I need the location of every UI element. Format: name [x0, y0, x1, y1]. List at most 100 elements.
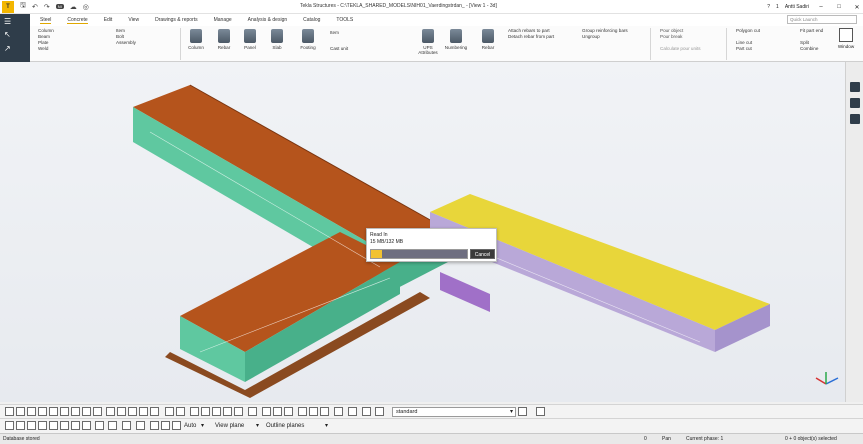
select-switch-icon[interactable] [536, 407, 545, 416]
part-cut-command[interactable]: Part cut [736, 46, 760, 52]
notification-count[interactable]: 1 [776, 4, 779, 10]
select-all-icon[interactable] [5, 407, 14, 416]
slab-button[interactable]: Slab [265, 29, 289, 50]
quick-launch-search[interactable]: Quick Launch [787, 15, 857, 24]
select-cut-icon[interactable] [38, 407, 47, 416]
auto-dropdown[interactable]: Auto [184, 420, 196, 432]
snap-line-icon[interactable] [309, 407, 318, 416]
ungroup-command[interactable]: Ungroup [582, 34, 628, 40]
snap-depth-icon[interactable] [172, 421, 181, 430]
panel-button[interactable]: Panel [238, 29, 262, 50]
filter-dropdown-icon[interactable]: ▾ [510, 406, 513, 418]
view-plane-dropdown-arrow-icon[interactable]: ▾ [256, 420, 259, 432]
undo-icon[interactable]: ↶ [32, 3, 38, 11]
line-icon[interactable] [71, 421, 80, 430]
close-icon[interactable]: ✕ [851, 4, 863, 11]
snap-zoom-icon[interactable] [375, 407, 384, 416]
work-plane-icon[interactable] [150, 421, 159, 430]
snap-perpendicular-icon[interactable] [298, 407, 307, 416]
extension-icon[interactable] [122, 421, 131, 430]
tab-view[interactable]: View [128, 17, 139, 23]
calculate-pour-units-command[interactable]: Calculate pour units [660, 46, 701, 52]
cloud-icon[interactable]: ☁ [70, 3, 77, 11]
tag-icon[interactable] [850, 114, 860, 124]
detach-rebar-command[interactable]: Detach rebar from part [508, 34, 554, 40]
snap-override-icon[interactable] [136, 421, 145, 430]
polygon-icon[interactable] [27, 421, 36, 430]
arc-icon[interactable] [49, 421, 58, 430]
triangle-icon[interactable] [60, 421, 69, 430]
tab-drawings-reports[interactable]: Drawings & reports [155, 17, 198, 23]
tab-analysis-design[interactable]: Analysis & design [248, 17, 287, 23]
angle-icon[interactable] [108, 421, 117, 430]
fit-part-end-command[interactable]: Fit part end [800, 28, 823, 34]
snap-plane-icon[interactable] [161, 421, 170, 430]
select-pour-icon[interactable] [190, 407, 199, 416]
select-parts-icon[interactable] [16, 407, 25, 416]
tab-steel[interactable]: Steel [40, 17, 52, 24]
point-icon[interactable] [5, 421, 14, 430]
cancel-button[interactable]: Cancel [470, 249, 495, 259]
save-icon[interactable]: 🖫 [20, 1, 26, 12]
outline-dropdown-arrow-icon[interactable]: ▾ [325, 420, 328, 432]
rect-icon[interactable] [16, 421, 25, 430]
weld-command[interactable]: Weld [38, 46, 54, 52]
snap-grid-icon[interactable] [348, 407, 357, 416]
filter-settings-icon[interactable] [518, 407, 527, 416]
window-button[interactable]: Window [833, 28, 859, 49]
minimize-icon[interactable]: – [815, 4, 827, 10]
app-logo[interactable]: T [2, 0, 14, 13]
tab-manage[interactable]: Manage [214, 17, 232, 23]
pour-break-command[interactable]: Pour break [660, 34, 701, 40]
select-arrow-icon[interactable]: ↖ [4, 30, 11, 39]
circle-icon[interactable] [38, 421, 47, 430]
select-chamfer-icon[interactable] [234, 407, 243, 416]
outline-planes-dropdown[interactable]: Outline planes [266, 420, 304, 432]
select-assembly-icon[interactable] [139, 407, 148, 416]
polyline-icon[interactable] [82, 421, 91, 430]
select-weld-icon[interactable] [49, 407, 58, 416]
menu-icon[interactable]: ☰ [4, 17, 11, 26]
snap-icon[interactable]: ↗ [4, 44, 11, 53]
select-component-icon[interactable] [128, 407, 137, 416]
help-icon[interactable]: ? [767, 4, 770, 10]
ups-attributes-button[interactable]: UPS Attributes [416, 29, 440, 55]
select-bolt-icon[interactable] [93, 407, 102, 416]
layers-icon[interactable] [850, 98, 860, 108]
snap-mid-icon[interactable] [273, 407, 282, 416]
check-icon[interactable] [95, 421, 104, 430]
select-reference-icon[interactable] [117, 407, 126, 416]
numbering-button[interactable]: Numbering [444, 29, 468, 50]
auto-dropdown-arrow-icon[interactable]: ▾ [201, 420, 204, 432]
select-filter-icon[interactable] [248, 407, 257, 416]
polygon-cut-command[interactable]: Polygon cut [736, 28, 760, 34]
tab-catalog[interactable]: Catalog [303, 17, 320, 23]
quick-access-badge[interactable]: NI [55, 4, 64, 9]
select-view-icon[interactable] [176, 407, 185, 416]
cast-unit-command[interactable]: Cast unit [330, 46, 348, 52]
snap-center-icon[interactable] [362, 407, 371, 416]
select-rebar-icon[interactable] [106, 407, 115, 416]
tab-tools[interactable]: TOOLS [336, 17, 353, 23]
combine-command[interactable]: Combine [800, 46, 823, 52]
select-surface-icon[interactable] [27, 407, 36, 416]
select-object-icon[interactable] [150, 407, 159, 416]
model-viewport[interactable]: Read In 15 MB/132 MB Cancel [0, 62, 845, 402]
footing-button[interactable]: Footing [296, 29, 320, 50]
snap-nearest-icon[interactable] [320, 407, 329, 416]
select-edge-icon[interactable] [212, 407, 221, 416]
rebar-button-2[interactable]: Rebar [476, 29, 500, 50]
concrete-column-button[interactable]: Column [184, 29, 208, 50]
select-point-icon[interactable] [82, 407, 91, 416]
select-detail-icon[interactable] [201, 407, 210, 416]
view-plane-dropdown[interactable]: View plane [215, 420, 244, 432]
user-name[interactable]: Antti Sadiri [785, 4, 809, 10]
select-plane-icon[interactable] [165, 407, 174, 416]
maximize-icon[interactable]: □ [833, 4, 845, 10]
redo-icon[interactable]: ↷ [44, 3, 50, 11]
assembly-command[interactable]: Assembly [116, 40, 136, 46]
select-line-icon[interactable] [71, 407, 80, 416]
snap-intersection-icon[interactable] [284, 407, 293, 416]
tab-edit[interactable]: Edit [104, 17, 113, 23]
properties-icon[interactable] [850, 82, 860, 92]
